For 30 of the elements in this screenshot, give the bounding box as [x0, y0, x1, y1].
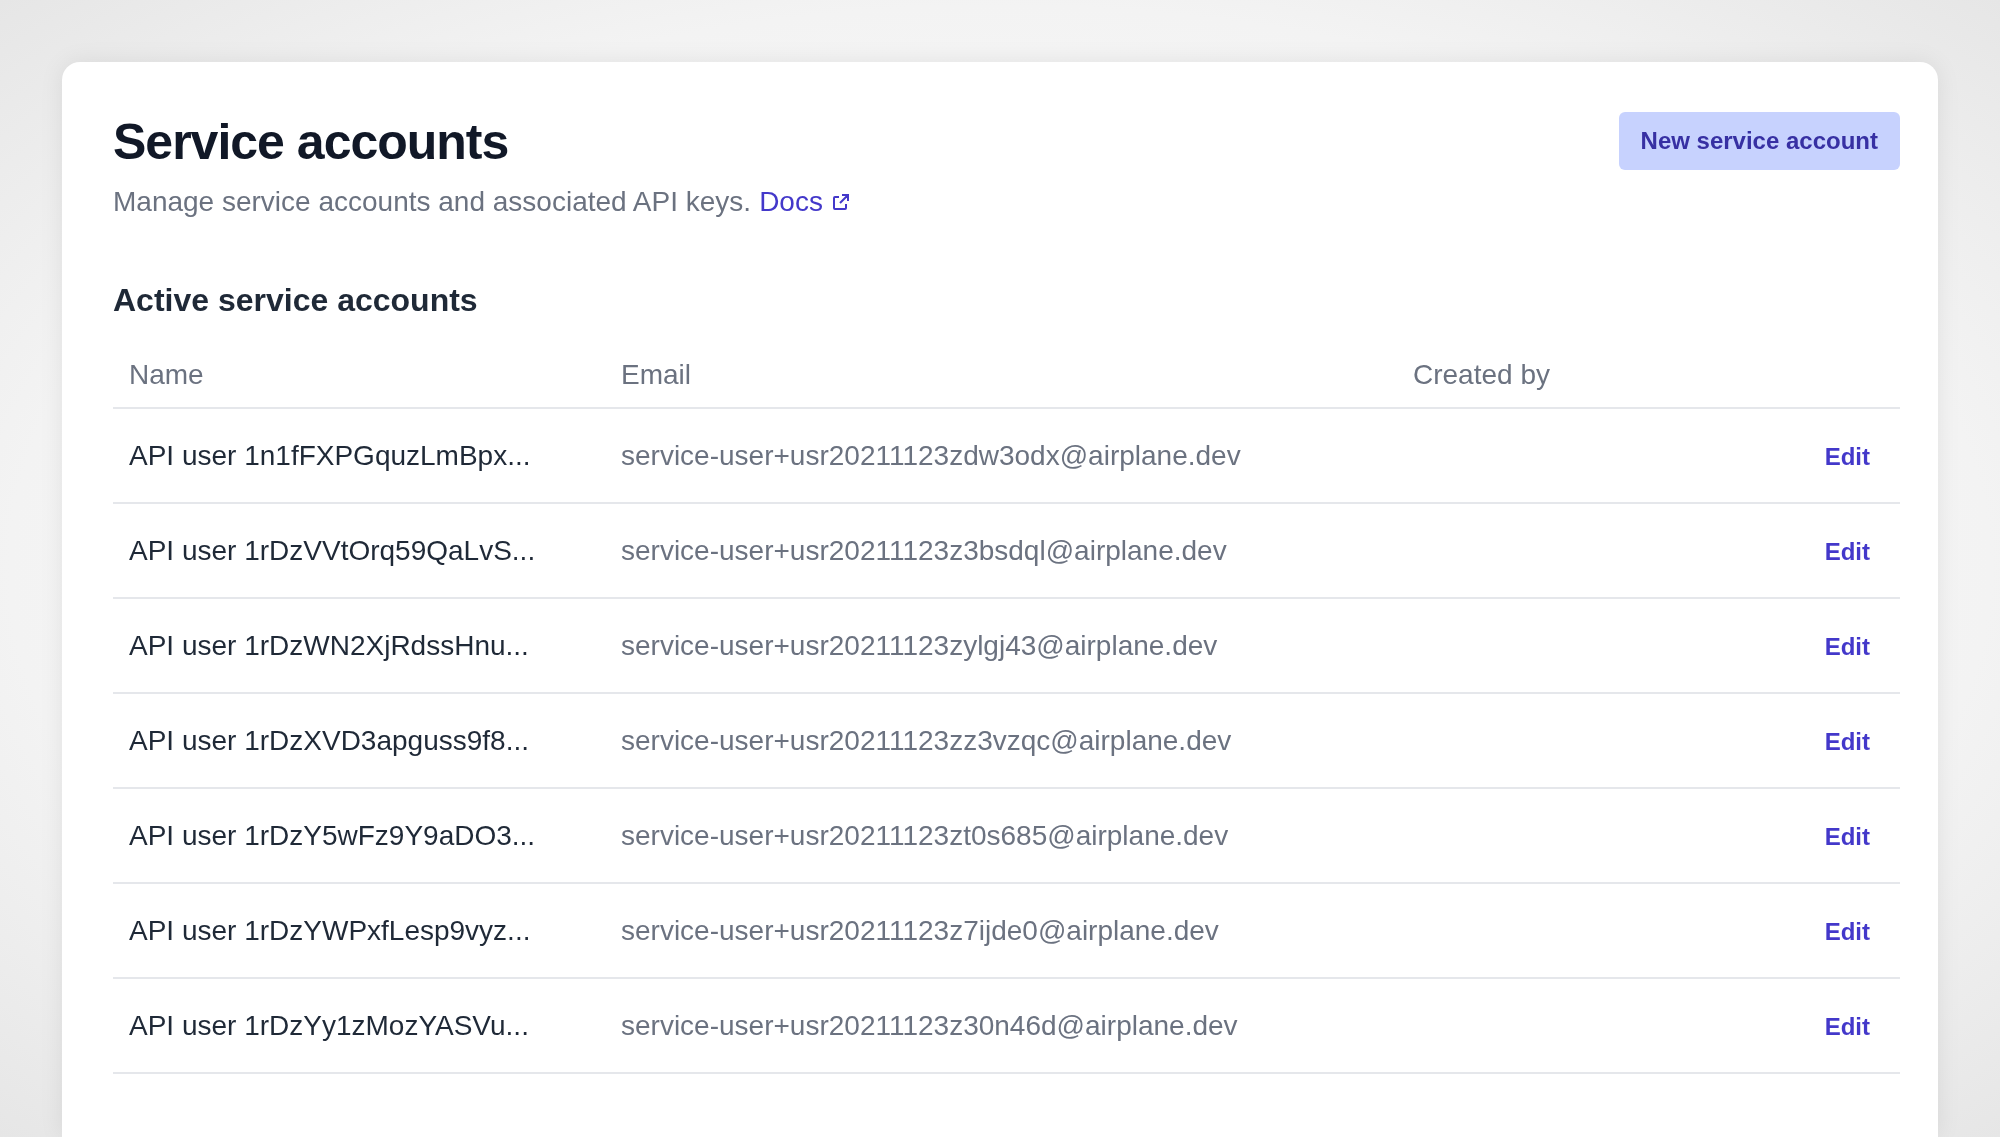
column-header: Email: [605, 359, 1397, 408]
page-title: Service accounts: [113, 113, 509, 172]
name-cell: API user 1rDzYy1zMozYASVu...: [113, 978, 605, 1073]
email-cell: service-user+usr20211123zylgj43@airplane.dev: [605, 598, 1397, 693]
edit-link[interactable]: Edit: [1824, 1012, 1870, 1040]
name-cell: API user 1rDzXVD3apguss9f8...: [113, 693, 605, 788]
edit-link[interactable]: Edit: [1824, 537, 1870, 565]
column-header: Created by: [1397, 359, 1724, 408]
edit-link[interactable]: Edit: [1824, 917, 1870, 945]
name-cell: API user 1n1fFXPGquzLmBpx...: [113, 408, 605, 503]
name-cell: API user 1rDzVVtOrq59QaLvS...: [113, 503, 605, 598]
edit-link[interactable]: Edit: [1824, 822, 1870, 850]
section-title: Active service accounts: [113, 282, 479, 319]
email-cell: service-user+usr20211123z3bsdql@airplane.dev: [605, 503, 1397, 598]
email-cell: service-user+usr20211123zdw3odx@airplane.dev: [605, 408, 1397, 503]
name-cell: API user 1rDzYWPxfLesp9vyz...: [113, 883, 605, 978]
email-cell: service-user+usr20211123z7ijde0@airplane.dev: [605, 883, 1397, 978]
new-service-account-button[interactable]: New service account: [1618, 112, 1900, 170]
name-cell: API user 1rDzWN2XjRdssHnu...: [113, 598, 605, 693]
name-cell: API user 1rDzY5wFz9Y9aDO3...: [113, 788, 605, 883]
edit-link[interactable]: Edit: [1824, 442, 1870, 470]
external-link-icon: [830, 192, 851, 212]
email-cell: service-user+usr20211123zt0s685@airplane.dev: [605, 788, 1397, 883]
column-header: Name: [113, 359, 605, 408]
edit-link[interactable]: Edit: [1824, 727, 1870, 755]
email-cell: service-user+usr20211123z30n46d@airplane.dev: [605, 978, 1397, 1073]
edit-link[interactable]: Edit: [1824, 632, 1870, 660]
docs-link[interactable]: Docs: [759, 186, 823, 218]
page-description: Manage service accounts and associated API keys.: [113, 186, 752, 218]
email-cell: service-user+usr20211123zz3vzqc@airplane.dev: [605, 693, 1397, 788]
